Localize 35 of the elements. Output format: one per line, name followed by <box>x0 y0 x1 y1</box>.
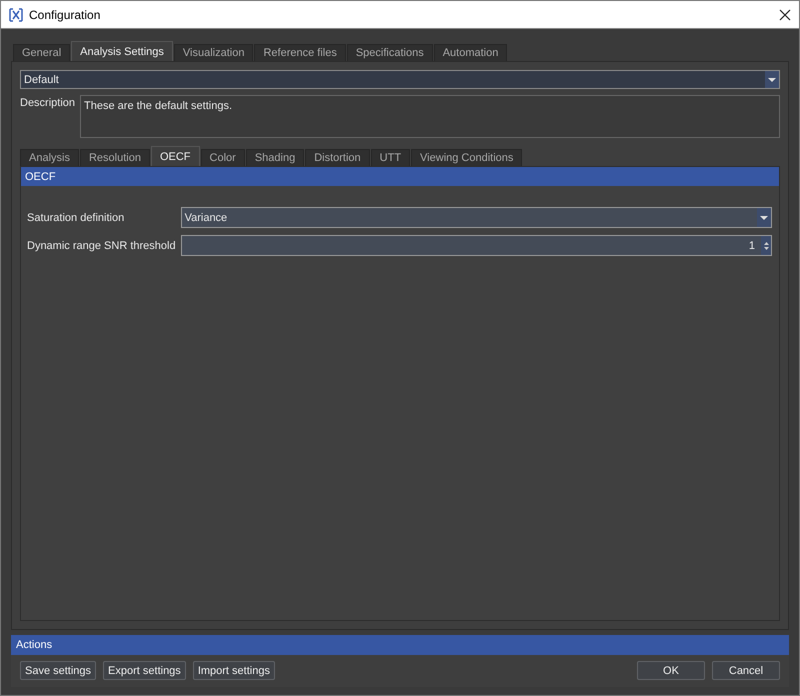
field-label: Dynamic range SNR threshold <box>27 240 176 252</box>
tab[interactable]: Specifications <box>346 44 433 61</box>
spinbox-field[interactable]: 1 <box>180 235 772 256</box>
tab[interactable]: Analysis Settings <box>71 41 173 61</box>
dropdown-arrow-icon <box>768 78 776 82</box>
tab[interactable]: Shading <box>246 149 304 166</box>
tab[interactable]: Distortion <box>305 149 370 166</box>
settings-button[interactable]: Save settings <box>20 661 96 680</box>
settings-button[interactable]: Export settings <box>103 661 186 680</box>
tab[interactable]: Analysis <box>20 149 79 166</box>
close-icon[interactable] <box>779 8 791 20</box>
preset-dropdown[interactable]: Default <box>20 70 780 89</box>
ok-button[interactable]: OK <box>637 661 705 680</box>
tab[interactable]: Reference files <box>254 44 346 61</box>
app-logo-icon <box>9 8 23 22</box>
tab[interactable]: OECF <box>150 146 200 166</box>
section-header: OECF <box>21 167 779 186</box>
tab[interactable]: UTT <box>370 149 410 166</box>
settings-button[interactable]: Import settings <box>192 661 275 680</box>
tab[interactable]: Viewing Conditions <box>411 149 522 166</box>
tab[interactable]: Visualization <box>174 44 254 61</box>
cancel-button[interactable]: Cancel <box>712 661 780 680</box>
field-label: Saturation definition <box>27 212 126 224</box>
description-field[interactable]: These are the default settings. <box>80 95 780 138</box>
dropdown-arrow-icon <box>760 216 768 220</box>
description-label: Description <box>20 96 76 111</box>
tab[interactable]: Color <box>200 149 245 166</box>
tab[interactable]: General <box>13 44 70 61</box>
spin-up-icon[interactable] <box>764 242 768 244</box>
dropdown-field[interactable]: Variance <box>180 207 772 228</box>
actions-header: Actions <box>11 635 789 655</box>
tab[interactable]: Automation <box>434 44 508 61</box>
tab[interactable]: Resolution <box>80 149 150 166</box>
window-title: Configuration <box>29 8 102 22</box>
spin-down-icon[interactable] <box>764 246 768 250</box>
